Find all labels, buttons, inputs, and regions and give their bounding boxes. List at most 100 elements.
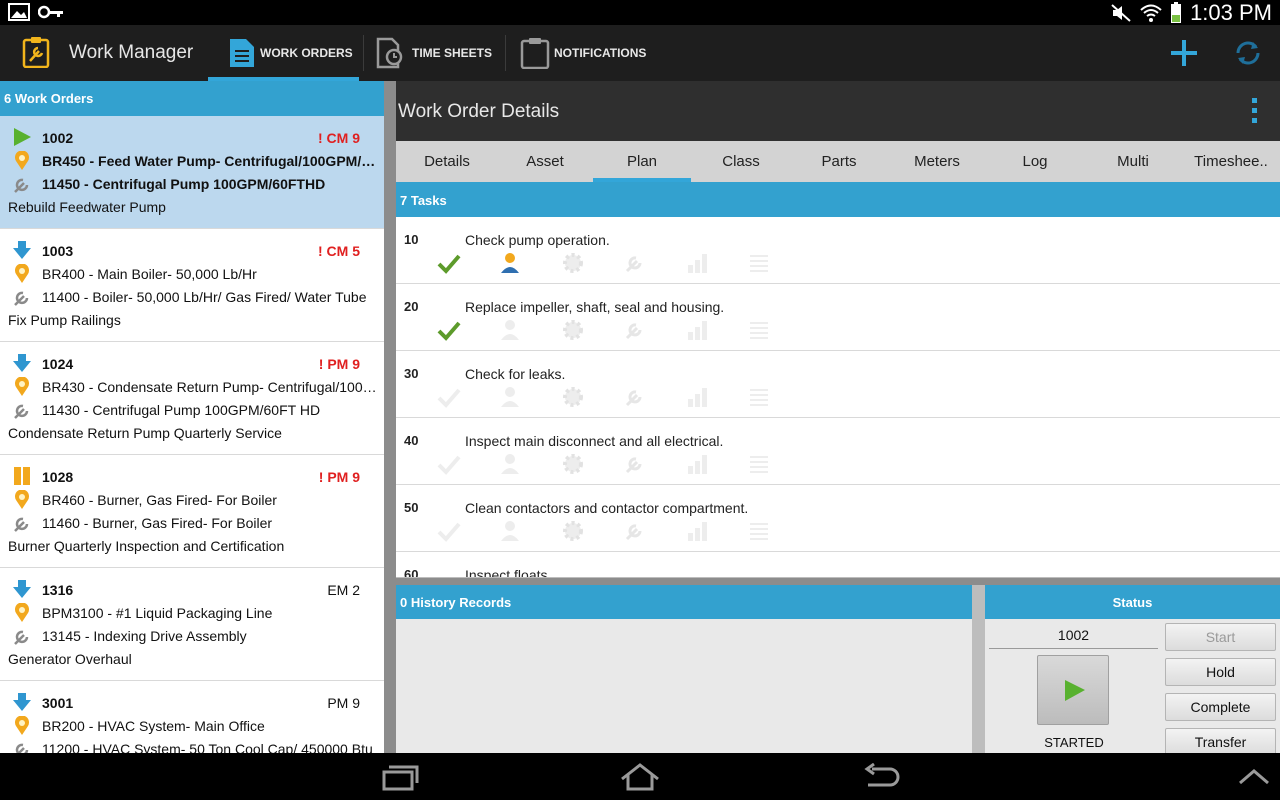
task-row[interactable]: 30 Check for leaks. [396, 351, 1280, 418]
tab-asset[interactable]: Asset [496, 141, 594, 182]
work-order-priority: ! CM 9 [318, 130, 360, 146]
work-order-item[interactable]: 1024 ! PM 9 BR430 - Condensate Return Pu… [0, 342, 384, 455]
wrench-icon[interactable] [623, 385, 647, 409]
document-icon [230, 39, 254, 67]
person-icon[interactable] [499, 452, 523, 476]
work-order-part: 11200 - HVAC System- 50 Ton Cool Cap/ 45… [42, 741, 373, 753]
clipboard-icon [520, 38, 550, 69]
horizontal-splitter[interactable] [396, 578, 1280, 585]
task-number: 40 [404, 433, 419, 448]
recent-apps-icon[interactable] [380, 763, 420, 791]
back-icon[interactable] [862, 763, 902, 791]
checkmark-icon[interactable] [437, 385, 461, 409]
list-icon[interactable] [747, 452, 771, 476]
tab-details[interactable]: Details [398, 141, 496, 182]
task-row[interactable]: 10 Check pump operation. [396, 217, 1280, 284]
gear-icon[interactable] [561, 385, 585, 409]
bar-chart-icon[interactable] [685, 251, 709, 275]
task-number: 50 [404, 500, 419, 515]
work-order-count: 6 Work Orders [0, 81, 384, 116]
status-play-button[interactable] [1037, 655, 1109, 725]
task-row[interactable]: 20 Replace impeller, shaft, seal and hou… [396, 284, 1280, 351]
work-order-item[interactable]: 1316 EM 2 BPM3100 - #1 Liquid Packaging … [0, 568, 384, 681]
wrench-icon [14, 178, 29, 193]
tab-divider [363, 35, 364, 71]
tab-meters[interactable]: Meters [888, 141, 986, 182]
task-list: 10 Check pump operation. 20 Replace impe… [396, 217, 1280, 577]
pane-splitter[interactable] [384, 81, 396, 753]
task-row[interactable]: 60 Inspect floats. [396, 552, 1280, 577]
tab-multi[interactable]: Multi [1084, 141, 1182, 182]
start-button[interactable]: Start [1165, 623, 1276, 651]
work-order-item[interactable]: 1028 ! PM 9 BR460 - Burner, Gas Fired- F… [0, 455, 384, 568]
sync-icon[interactable] [1232, 37, 1264, 69]
tab-time-sheets[interactable]: TIME SHEETS [376, 25, 492, 81]
work-order-part: 11460 - Burner, Gas Fired- For Boiler [42, 515, 273, 531]
gear-icon[interactable] [561, 318, 585, 342]
checkmark-icon[interactable] [437, 251, 461, 275]
work-order-item[interactable]: 3001 PM 9 BR200 - HVAC System- Main Offi… [0, 681, 384, 753]
checkmark-icon[interactable] [437, 452, 461, 476]
gear-icon[interactable] [561, 251, 585, 275]
complete-button[interactable]: Complete [1165, 693, 1276, 721]
person-icon[interactable] [499, 519, 523, 543]
bar-chart-icon[interactable] [685, 519, 709, 543]
task-description: Check pump operation. [465, 232, 610, 248]
bar-chart-icon[interactable] [685, 452, 709, 476]
wifi-icon [1140, 4, 1162, 22]
chevron-up-icon[interactable] [1234, 763, 1274, 791]
home-icon[interactable] [620, 763, 660, 791]
checkmark-icon[interactable] [437, 519, 461, 543]
gear-icon[interactable] [561, 452, 585, 476]
hold-button[interactable]: Hold [1165, 658, 1276, 686]
status-header: Status [985, 585, 1280, 619]
list-icon[interactable] [747, 385, 771, 409]
task-row[interactable]: 50 Clean contactors and contactor compar… [396, 485, 1280, 552]
checkmark-icon[interactable] [437, 318, 461, 342]
action-bar: Work Manager WORK ORDERS TIME SHEETS NOT… [0, 25, 1280, 81]
work-order-item[interactable]: 1002 ! CM 9 BR450 - Feed Water Pump- Cen… [0, 116, 384, 229]
bar-chart-icon[interactable] [685, 385, 709, 409]
work-order-part: 11400 - Boiler- 50,000 Lb/Hr/ Gas Fired/… [42, 289, 367, 305]
download-arrow-icon [13, 693, 31, 711]
location-pin-icon [15, 603, 29, 622]
tab-parts[interactable]: Parts [790, 141, 888, 182]
task-number: 20 [404, 299, 419, 314]
work-order-priority: EM 2 [327, 582, 360, 598]
work-order-asset: BPM3100 - #1 Liquid Packaging Line [42, 605, 273, 621]
bar-chart-icon[interactable] [685, 318, 709, 342]
tab-log[interactable]: Log [986, 141, 1084, 182]
person-icon[interactable] [499, 251, 523, 275]
download-arrow-icon [13, 241, 31, 259]
tab-timesheets[interactable]: Timeshee.. [1182, 141, 1280, 182]
play-icon [1065, 680, 1085, 701]
tab-divider [505, 35, 506, 71]
person-icon[interactable] [499, 385, 523, 409]
overflow-menu-icon[interactable] [1252, 98, 1258, 124]
work-order-asset: BR400 - Main Boiler- 50,000 Lb/Hr [42, 266, 257, 282]
add-icon[interactable] [1168, 37, 1200, 69]
wrench-icon[interactable] [623, 251, 647, 275]
tab-work-orders[interactable]: WORK ORDERS [208, 25, 359, 81]
pause-icon [14, 467, 30, 485]
work-order-priority: ! PM 9 [318, 469, 360, 485]
task-row[interactable]: 40 Inspect main disconnect and all elect… [396, 418, 1280, 485]
wrench-icon [15, 743, 29, 753]
list-icon[interactable] [747, 318, 771, 342]
wrench-icon[interactable] [623, 519, 647, 543]
transfer-button[interactable]: Transfer [1165, 728, 1276, 756]
tab-notifications[interactable]: NOTIFICATIONS [520, 25, 646, 81]
person-icon[interactable] [499, 318, 523, 342]
work-order-list: 6 Work Orders 1002 ! CM 9 BR450 - Feed W… [0, 81, 384, 753]
work-order-number: 1002 [42, 130, 74, 146]
tab-class[interactable]: Class [692, 141, 790, 182]
tab-plan[interactable]: Plan [593, 141, 691, 182]
list-icon[interactable] [747, 251, 771, 275]
details-title: Work Order Details [398, 101, 560, 122]
wrench-icon[interactable] [623, 452, 647, 476]
location-pin-icon [15, 716, 29, 735]
wrench-icon[interactable] [623, 318, 647, 342]
work-order-item[interactable]: 1003 ! CM 5 BR400 - Main Boiler- 50,000 … [0, 229, 384, 342]
list-icon[interactable] [747, 519, 771, 543]
gear-icon[interactable] [561, 519, 585, 543]
